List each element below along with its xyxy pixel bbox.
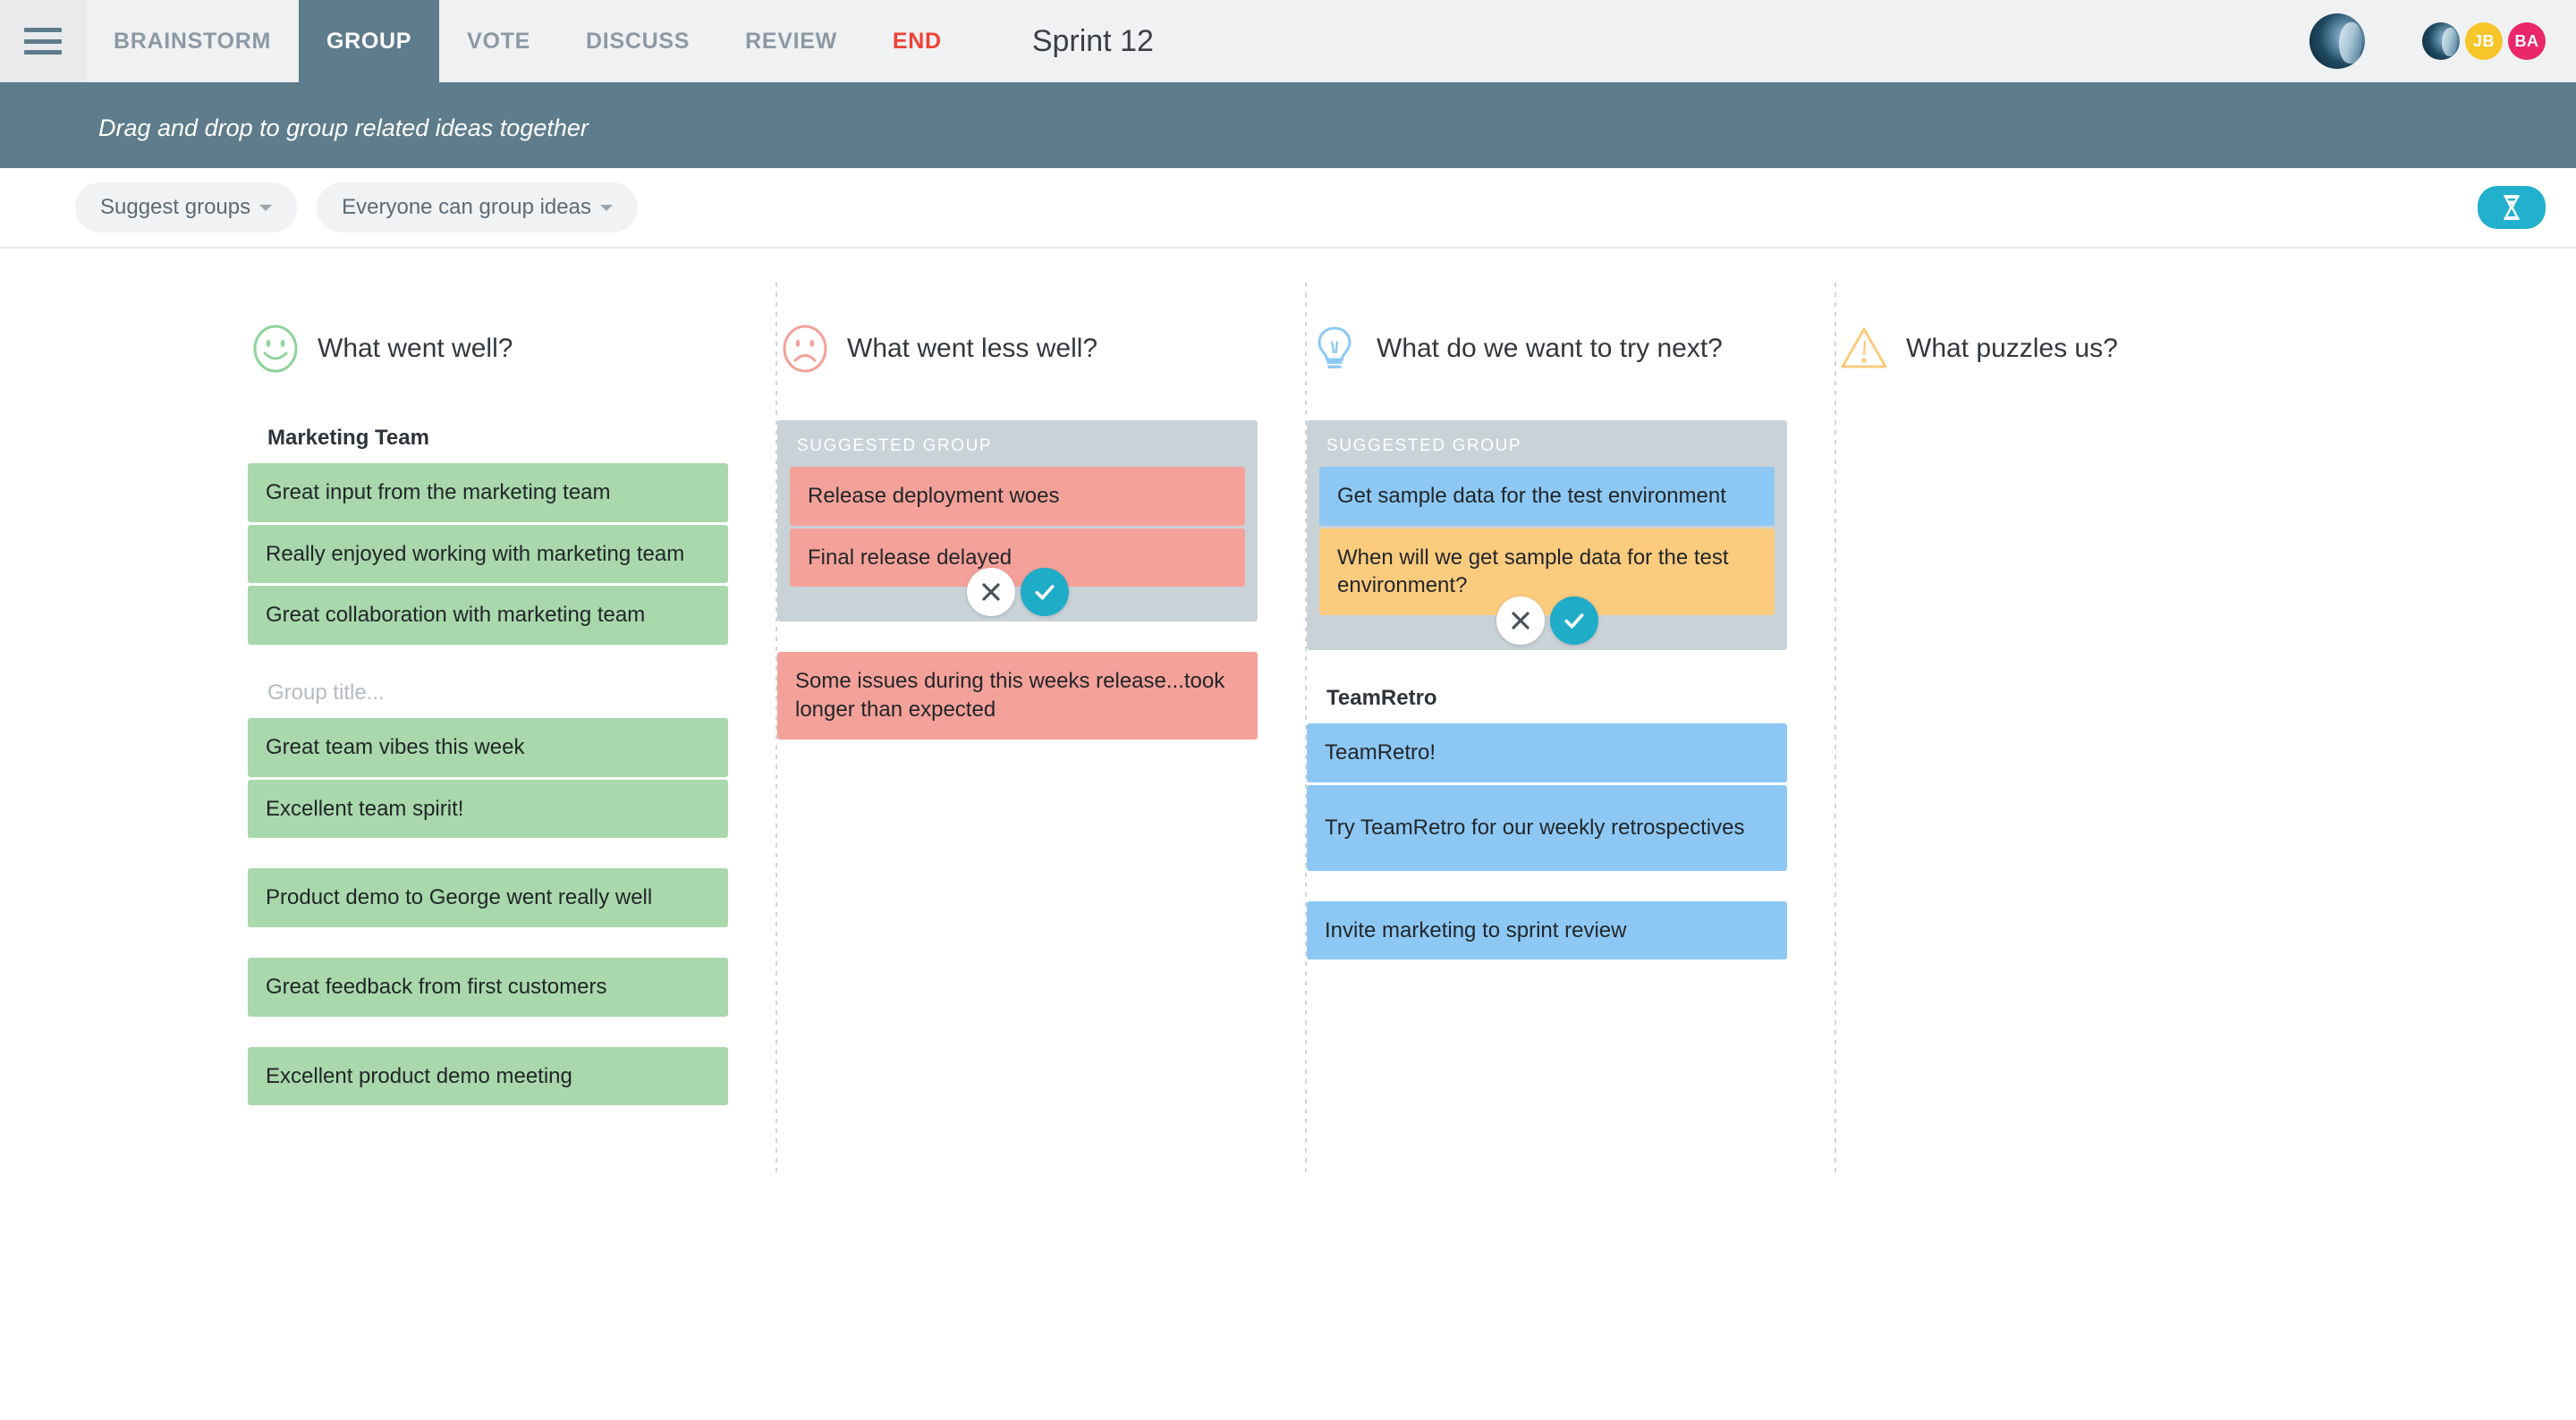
phase-tabs: BRAINSTORM GROUP VOTE DISCUSS REVIEW END <box>86 0 970 82</box>
participants-area: JB BA <box>2309 0 2576 82</box>
grouping-permission-label: Everyone can group ideas <box>342 195 591 219</box>
idea-group[interactable]: Product demo to George went really well <box>248 868 728 928</box>
idea-card[interactable]: Great collaboration with marketing team <box>248 586 728 646</box>
column-header: What went well? <box>248 311 728 386</box>
idea-card[interactable]: Really enjoyed working with marketing te… <box>248 524 728 584</box>
chevron-down-icon <box>259 204 273 211</box>
page-title: Sprint 12 <box>1031 23 1154 58</box>
column: What puzzles us? <box>1836 249 2366 1196</box>
idea-card[interactable]: Some issues during this weeks release...… <box>777 652 1258 740</box>
idea-group[interactable]: Marketing Team Great input from the marke… <box>248 420 728 646</box>
idea-card[interactable]: Excellent product demo meeting <box>248 1046 728 1106</box>
accept-suggestion-button[interactable] <box>1020 568 1069 617</box>
instruction-text: Drag and drop to group related ideas tog… <box>98 114 589 141</box>
tab-review[interactable]: REVIEW <box>717 0 865 82</box>
suggested-group-actions <box>1496 596 1598 646</box>
column: What do we want to try next? SUGGESTED GR… <box>1307 249 1836 1196</box>
suggested-group-label: SUGGESTED GROUP <box>797 436 993 455</box>
happy-face-icon <box>248 321 303 376</box>
tab-end[interactable]: END <box>864 0 970 82</box>
hamburger-menu-icon[interactable] <box>0 0 86 82</box>
column-header: What puzzles us? <box>1836 311 2317 386</box>
tab-label: BRAINSTORM <box>114 28 271 54</box>
idea-group[interactable]: Great feedback from first customers <box>248 958 728 1017</box>
suggested-group-label: SUGGESTED GROUP <box>1326 436 1522 455</box>
column-title: What went less well? <box>847 334 1098 363</box>
tab-label: VOTE <box>467 28 531 54</box>
hourglass-timer-icon <box>2504 195 2520 220</box>
idea-group[interactable]: Excellent product demo meeting <box>248 1046 728 1106</box>
idea-card[interactable]: Get sample data for the test environment <box>1319 467 1775 526</box>
tab-label: DISCUSS <box>586 28 691 54</box>
top-bar: BRAINSTORM GROUP VOTE DISCUSS REVIEW END Spri… <box>0 0 2576 88</box>
idea-group[interactable]: Invite marketing to sprint review <box>1307 900 1787 960</box>
idea-card[interactable]: Try TeamRetro for our weekly retrospecti… <box>1307 784 1787 871</box>
accept-suggestion-button[interactable] <box>1549 596 1598 646</box>
hamburger-glyph <box>24 28 62 55</box>
avatar[interactable]: BA <box>2508 22 2546 60</box>
tab-label: END <box>892 28 942 54</box>
check-tick-icon <box>1563 613 1584 629</box>
idea-group[interactable]: Group title... Great team vibes this week… <box>248 675 728 839</box>
column-title: What puzzles us? <box>1906 334 2118 363</box>
warning-triangle-icon <box>1836 321 1892 376</box>
avatar[interactable] <box>2422 22 2460 60</box>
tab-brainstorm[interactable]: BRAINSTORM <box>86 0 299 82</box>
column-header: What went less well? <box>777 311 1258 386</box>
idea-group[interactable]: Some issues during this weeks release...… <box>777 652 1258 740</box>
instruction-bar: Drag and drop to group related ideas tog… <box>0 88 2576 168</box>
suggest-groups-label: Suggest groups <box>100 195 251 219</box>
group-title[interactable]: Marketing Team <box>248 420 728 463</box>
grouping-permission-button[interactable]: Everyone can group ideas <box>317 182 638 232</box>
idea-group[interactable]: TeamRetro TeamRetro! Try TeamRetro for our… <box>1307 680 1787 871</box>
idea-card[interactable]: TeamRetro! <box>1307 723 1787 782</box>
idea-card[interactable]: Great team vibes this week <box>248 718 728 777</box>
idea-card[interactable]: Invite marketing to sprint review <box>1307 900 1787 960</box>
avatar[interactable]: JB <box>2465 22 2503 60</box>
column: What went well? Marketing Team Great input… <box>248 249 777 1196</box>
retro-board: What went well? Marketing Team Great input… <box>0 249 2576 1413</box>
tab-vote[interactable]: VOTE <box>439 0 559 82</box>
tab-label: GROUP <box>326 28 412 54</box>
group-title[interactable]: Group title... <box>248 675 728 718</box>
chevron-down-icon <box>599 204 613 211</box>
avatar-group: JB BA <box>2417 22 2546 60</box>
column-header: What do we want to try next? <box>1307 311 1787 386</box>
timer-button[interactable] <box>2478 186 2546 229</box>
reject-suggestion-button[interactable] <box>1496 596 1545 646</box>
idea-card[interactable]: Great input from the marketing team <box>248 463 728 522</box>
sad-face-icon <box>777 321 833 376</box>
tab-group[interactable]: GROUP <box>298 0 440 82</box>
suggested-group[interactable]: SUGGESTED GROUP Release deployment woes Fi… <box>777 420 1258 622</box>
column: What went less well? SUGGESTED GROUP Relea… <box>777 249 1307 1196</box>
close-x-icon <box>1511 612 1530 630</box>
column-title: What do we want to try next? <box>1377 334 1723 363</box>
close-x-icon <box>981 583 1000 601</box>
idea-card[interactable]: Great feedback from first customers <box>248 958 728 1017</box>
column-title: What went well? <box>318 334 513 363</box>
avatar-current-user[interactable] <box>2309 13 2365 69</box>
tab-discuss[interactable]: DISCUSS <box>558 0 718 82</box>
reject-suggestion-button[interactable] <box>966 568 1015 617</box>
suggest-groups-button[interactable]: Suggest groups <box>75 182 298 232</box>
idea-card[interactable]: Release deployment woes <box>790 467 1245 526</box>
group-title[interactable]: TeamRetro <box>1307 680 1787 723</box>
suggested-group[interactable]: SUGGESTED GROUP Get sample data for the t… <box>1307 420 1787 651</box>
suggested-group-actions <box>966 568 1069 617</box>
idea-card[interactable]: Product demo to George went really well <box>248 868 728 928</box>
lightbulb-icon <box>1307 321 1362 376</box>
idea-card[interactable]: Excellent team spirit! <box>248 779 728 839</box>
board-toolbar: Suggest groups Everyone can group ideas <box>0 168 2576 249</box>
check-tick-icon <box>1034 585 1055 600</box>
tab-label: REVIEW <box>745 28 837 54</box>
